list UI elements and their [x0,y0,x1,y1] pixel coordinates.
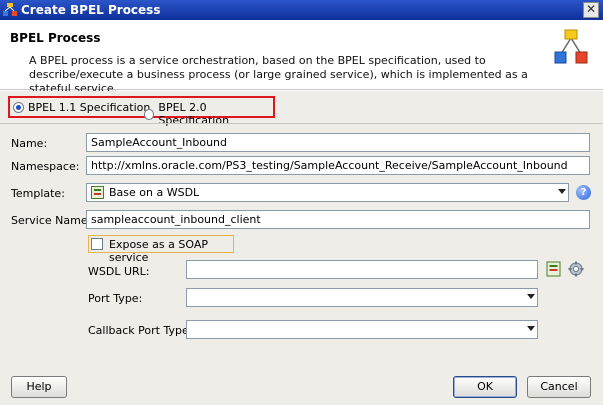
service-name-label: Service Name: [11,214,92,227]
divider [0,123,603,124]
port-type-select[interactable] [186,288,538,307]
bpel-app-icon [3,3,17,16]
namespace-field[interactable]: http://xmlns.oracle.com/PS3_testing/Samp… [86,156,590,175]
chevron-down-icon [527,294,535,299]
expose-soap-checkbox[interactable]: Expose as a SOAP service [88,235,234,264]
checkbox-box [91,238,103,250]
browse-wsdl-icon[interactable] [546,261,562,277]
radio-unselected-icon [144,108,155,120]
chevron-down-icon [558,189,566,194]
template-value: Base on a WSDL [109,186,200,199]
dialog-content: BPEL 1.1 Specification BPEL 2.0 Specific… [0,91,603,405]
header-description: A BPEL process is a service orchestratio… [29,54,528,95]
cancel-button[interactable]: Cancel [527,376,591,398]
template-label: Template: [11,187,65,200]
help-icon[interactable]: ? [576,185,591,200]
namespace-label: Namespace: [11,160,80,173]
bpel-flow-icon [554,29,588,64]
header-title: BPEL Process [10,31,101,45]
window-title: Create BPEL Process [21,3,161,17]
template-select[interactable]: Base on a WSDL [86,183,569,202]
chevron-down-icon [527,326,535,331]
callback-port-type-label: Callback Port Type: [88,324,193,337]
name-label: Name: [11,137,48,150]
help-button[interactable]: Help [11,376,67,398]
wsdl-icon [91,186,104,199]
spec-radio-group: BPEL 1.1 Specification BPEL 2.0 Specific… [8,96,275,127]
wsdl-url-label: WSDL URL: [88,265,150,278]
dialog-header: BPEL Process A BPEL process is a service… [0,20,603,95]
service-name-field[interactable]: sampleaccount_inbound_client [86,210,590,229]
radio-selected-icon [13,102,24,113]
bpel11-radio[interactable]: BPEL 1.1 Specification [13,101,150,114]
ok-button[interactable]: OK [453,376,517,398]
close-icon[interactable]: ✕ [583,2,599,18]
callback-port-type-select[interactable] [186,320,538,339]
gear-icon[interactable] [568,261,584,277]
bpel11-label: BPEL 1.1 Specification [28,101,151,114]
port-type-label: Port Type: [88,292,143,305]
name-field[interactable]: SampleAccount_Inbound [86,133,590,152]
title-bar: Create BPEL Process ✕ [0,0,603,20]
wsdl-url-field[interactable] [186,260,538,279]
